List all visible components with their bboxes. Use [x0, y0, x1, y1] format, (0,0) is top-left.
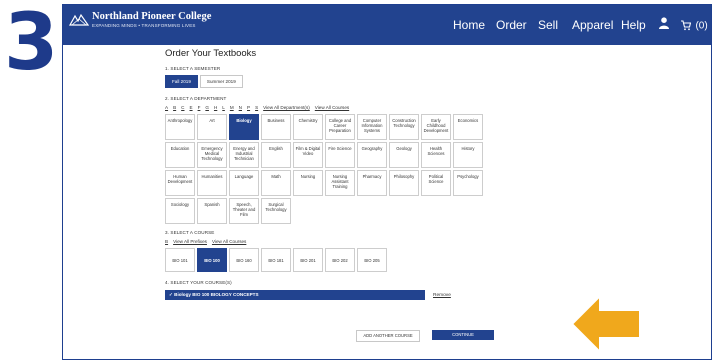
department-button[interactable]: Health Sciences — [421, 142, 451, 168]
logo-tagline: Expanding Minds • Transforming Lives — [92, 23, 196, 28]
department-letter-filter: A B C E F G H L M N P S View All Departm… — [165, 105, 605, 110]
letter-filter[interactable]: C — [181, 105, 184, 110]
department-button[interactable]: Sociology — [165, 198, 195, 224]
department-button[interactable]: Humanities — [197, 170, 227, 196]
nav-help[interactable]: Help — [621, 18, 646, 32]
user-icon[interactable] — [659, 16, 669, 34]
cart-count: (0) — [695, 20, 708, 32]
department-button[interactable]: Film & Digital Video — [293, 142, 323, 168]
prefix-letter[interactable]: B — [165, 239, 168, 244]
department-button[interactable]: Computer Information Systems — [357, 114, 387, 140]
department-button[interactable]: Energy and Industrial Technician — [229, 142, 259, 168]
letter-filter[interactable]: E — [189, 105, 192, 110]
department-button[interactable]: Emergency Medical Technology — [197, 142, 227, 168]
semester-option[interactable]: Summer 2019 — [199, 75, 243, 88]
course-button[interactable]: BIO 160 — [229, 248, 259, 272]
course-button[interactable]: BIO 201 — [293, 248, 323, 272]
letter-filter[interactable]: H — [214, 105, 217, 110]
department-button[interactable]: College and Career Preparation — [325, 114, 355, 140]
course-button[interactable]: BIO 181 — [261, 248, 291, 272]
department-button[interactable]: English — [261, 142, 291, 168]
cart-button[interactable]: (0) — [681, 17, 708, 35]
department-button[interactable]: Psychology — [453, 170, 483, 196]
department-grid: Anthropology Art Biology Business Chemis… — [165, 114, 605, 224]
letter-filter[interactable]: L — [222, 105, 225, 110]
department-button[interactable]: Chemistry — [293, 114, 323, 140]
department-button[interactable]: Human Development — [165, 170, 195, 196]
letter-filter[interactable]: M — [230, 105, 234, 110]
selected-courses-label: 4. SELECT YOUR COURSE(S) — [165, 280, 232, 285]
page-title: Order Your Textbooks — [165, 48, 257, 59]
course-button[interactable]: BIO 101 — [165, 248, 195, 272]
selected-course-row: ✓ Biology BIO 100 BIOLOGY CONCEPTS Remov… — [165, 290, 605, 300]
nav-home[interactable]: Home — [453, 18, 485, 32]
department-button[interactable]: Early Childhood Development — [421, 114, 451, 140]
letter-filter[interactable]: N — [239, 105, 242, 110]
semester-selector: Fall 2019 Summer 2019 — [165, 75, 605, 88]
course-button-selected[interactable]: BIO 100 — [197, 248, 227, 272]
nav-order[interactable]: Order — [496, 18, 527, 32]
letter-filter[interactable]: F — [198, 105, 201, 110]
add-another-course-button[interactable]: ADD ANOTHER COURSE — [356, 330, 420, 342]
letter-filter[interactable]: B — [173, 105, 176, 110]
pioneer-logo-icon — [69, 13, 89, 26]
department-button[interactable]: Education — [165, 142, 195, 168]
department-button[interactable]: Nursing Assistant Training — [325, 170, 355, 196]
department-button[interactable]: Fire Science — [325, 142, 355, 168]
department-label: 2. SELECT A DEPARTMENT — [165, 96, 227, 101]
department-button[interactable]: Speech, Theater and Film — [229, 198, 259, 224]
department-button[interactable]: Pharmacy — [357, 170, 387, 196]
letter-filter[interactable]: G — [205, 105, 209, 110]
department-button[interactable]: Business — [261, 114, 291, 140]
semester-label: 1. SELECT A SEMESTER — [165, 66, 221, 71]
department-button[interactable]: Art — [197, 114, 227, 140]
department-button[interactable]: Geology — [389, 142, 419, 168]
department-button[interactable]: Economics — [453, 114, 483, 140]
college-logo[interactable]: Northland Pioneer College Expanding Mind… — [69, 11, 211, 37]
pointer-arrow-icon — [570, 298, 641, 352]
department-button[interactable]: Surgical Technology — [261, 198, 291, 224]
course-button[interactable]: BIO 205 — [357, 248, 387, 272]
letter-filter[interactable]: P — [247, 105, 250, 110]
letter-filter[interactable]: S — [255, 105, 258, 110]
step-number: 3 — [4, 0, 58, 88]
department-button[interactable]: Anthropology — [165, 114, 195, 140]
course-label: 3. SELECT A COURSE — [165, 230, 215, 235]
department-button[interactable]: Language — [229, 170, 259, 196]
view-all-courses-link[interactable]: View All Courses — [315, 105, 349, 110]
view-all-courses-link[interactable]: View All Courses — [212, 239, 246, 244]
department-button[interactable]: History — [453, 142, 483, 168]
department-button[interactable]: Nursing — [293, 170, 323, 196]
remove-course-link[interactable]: Remove — [433, 293, 451, 298]
semester-option[interactable]: Fall 2019 — [165, 75, 198, 88]
view-all-departments-link[interactable]: View All Department(s) — [263, 105, 310, 110]
department-button[interactable]: Construction Technology — [389, 114, 419, 140]
selected-course-item: ✓ Biology BIO 100 BIOLOGY CONCEPTS — [165, 290, 425, 300]
department-button[interactable]: Spanish — [197, 198, 227, 224]
order-content: Order Your Textbooks 1. SELECT A SEMESTE… — [165, 48, 605, 300]
department-button[interactable]: Political Science — [421, 170, 451, 196]
department-button-selected[interactable]: Biology — [229, 114, 259, 140]
continue-button[interactable]: CONTINUE — [432, 330, 494, 340]
course-prefix-filter: B View All Prefixes View All Courses — [165, 239, 605, 244]
logo-title: Northland Pioneer College — [92, 11, 212, 22]
letter-filter[interactable]: A — [165, 105, 168, 110]
view-all-prefixes-link[interactable]: View All Prefixes — [173, 239, 207, 244]
nav-sell[interactable]: Sell — [538, 18, 558, 32]
department-button[interactable]: Philosophy — [389, 170, 419, 196]
course-list: BIO 101 BIO 100 BIO 160 BIO 181 BIO 201 … — [165, 248, 605, 272]
course-button[interactable]: BIO 202 — [325, 248, 355, 272]
department-button[interactable]: Geography — [357, 142, 387, 168]
nav-apparel[interactable]: Apparel — [572, 18, 613, 32]
cart-icon — [681, 20, 692, 31]
top-navbar: Northland Pioneer College Expanding Mind… — [63, 5, 711, 45]
department-button[interactable]: Math — [261, 170, 291, 196]
